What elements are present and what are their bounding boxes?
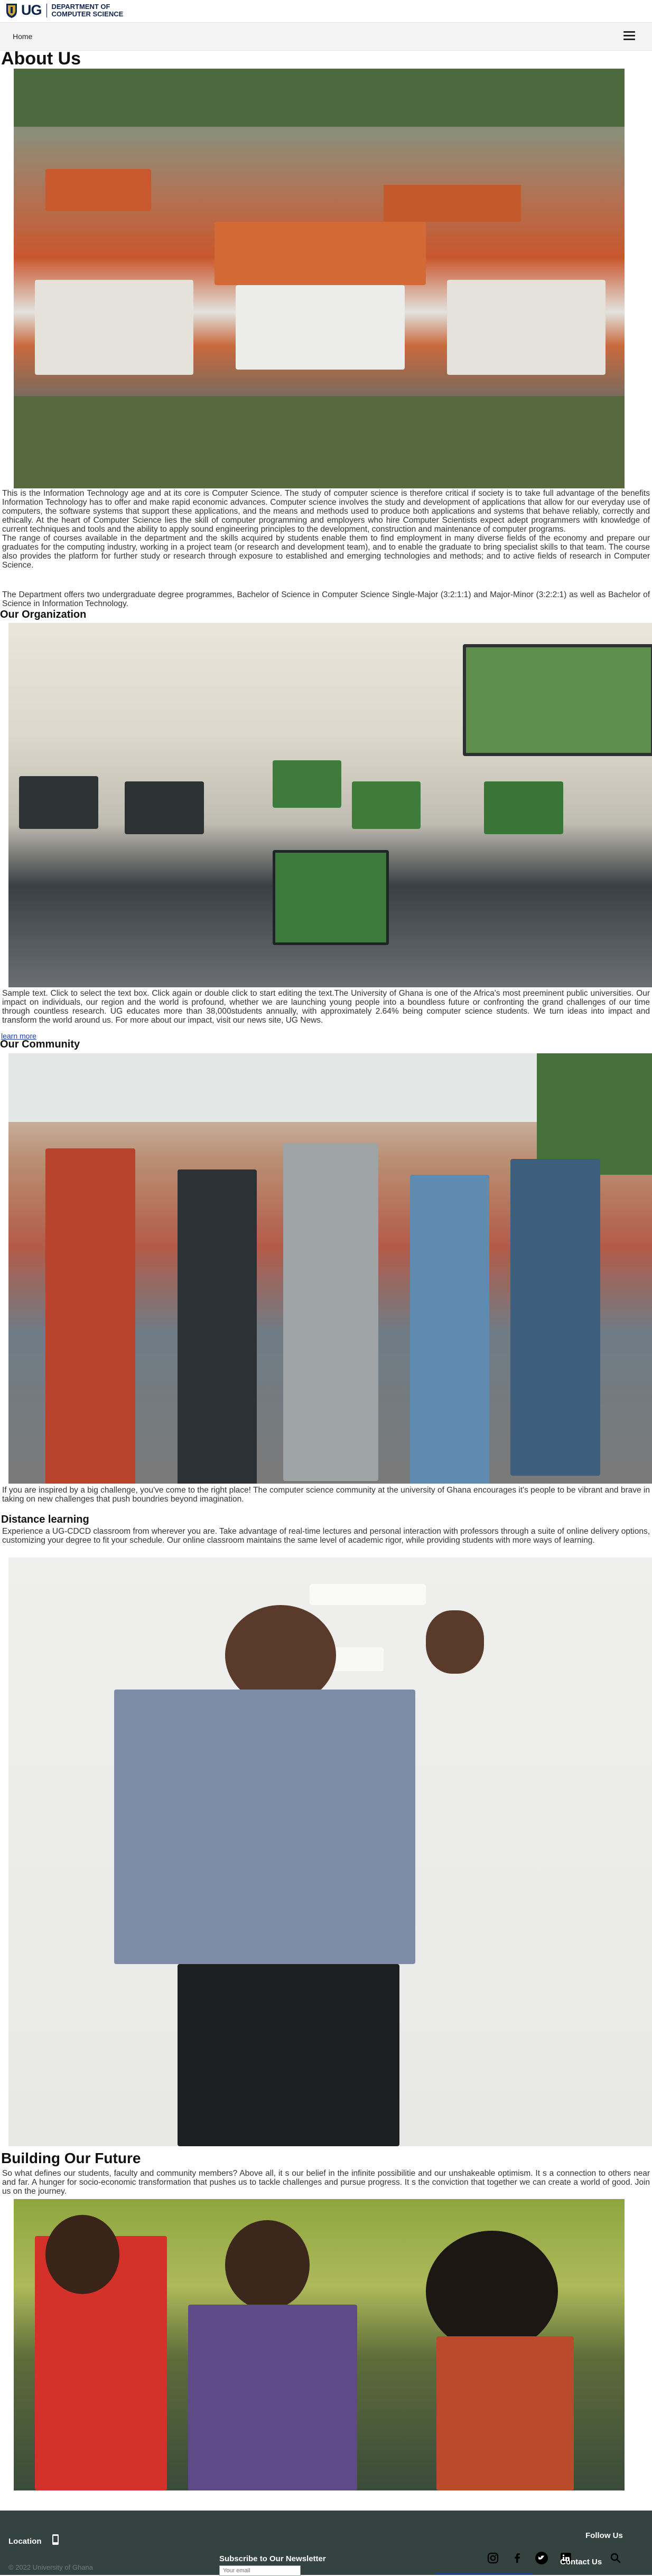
about-paragraph-2: The range of courses available in the de… (2, 534, 650, 570)
twitter-icon[interactable] (535, 2551, 548, 2565)
logo-ug-text: UG (21, 2, 42, 18)
site-footer: Location © 2022 University of Ghana Subs… (0, 2511, 652, 2576)
newsletter-email-input[interactable] (219, 2565, 301, 2576)
distance-learning-paragraph: Experience a UG-CDCD classroom from wher… (2, 1527, 650, 1545)
community-title: Our Community (0, 1039, 80, 1050)
follow-us-title: Follow Us (585, 2531, 623, 2540)
computer-lab-image (8, 623, 652, 987)
distance-learning-title: Distance learning (1, 1514, 89, 1525)
site-logo[interactable]: UG DEPARTMENT OF COMPUTER SCIENCE (5, 2, 123, 18)
about-paragraph-3: The Department offers two undergraduate … (2, 590, 650, 608)
logo-divider (46, 3, 47, 17)
students-walking-image (8, 1053, 652, 1484)
footer-location-label: Location (8, 2537, 42, 2546)
footer-link-underline (435, 2573, 533, 2574)
search-icon[interactable] (609, 2551, 622, 2565)
students-outdoors-image (14, 2199, 625, 2490)
ug-shield-icon (6, 3, 17, 18)
top-header: UG DEPARTMENT OF COMPUTER SCIENCE (0, 0, 652, 23)
community-paragraph: If you are inspired by a big challenge, … (2, 1486, 650, 1504)
nav-bar: Home (0, 23, 652, 51)
about-paragraph-1: This is the Information Technology age a… (2, 489, 650, 534)
logo-line2: COMPUTER SCIENCE (51, 10, 124, 18)
newsletter-title: Subscribe to Our Newsletter (219, 2554, 326, 2563)
facebook-icon[interactable] (510, 2551, 524, 2565)
phone-icon (52, 2534, 59, 2545)
nav-home-link[interactable]: Home (13, 32, 32, 41)
logo-department-name: DEPARTMENT OF COMPUTER SCIENCE (52, 3, 124, 18)
building-future-title: Building Our Future (1, 2150, 141, 2166)
building-future-paragraph: So what defines our students, faculty an… (2, 2169, 650, 2196)
about-title: About Us (1, 49, 81, 69)
logo-line1: DEPARTMENT OF (51, 2, 110, 11)
lecturer-whiteboard-image (8, 1558, 652, 2146)
footer-copyright: © 2022 University of Ghana (8, 2563, 93, 2571)
organization-paragraph: Sample text. Click to select the text bo… (2, 989, 650, 1025)
instagram-icon[interactable] (486, 2551, 500, 2565)
organization-title: Our Organization (0, 609, 87, 620)
campus-aerial-image (14, 69, 625, 488)
contact-us-link[interactable]: Contact Us (560, 2558, 602, 2566)
menu-icon[interactable] (623, 31, 635, 41)
